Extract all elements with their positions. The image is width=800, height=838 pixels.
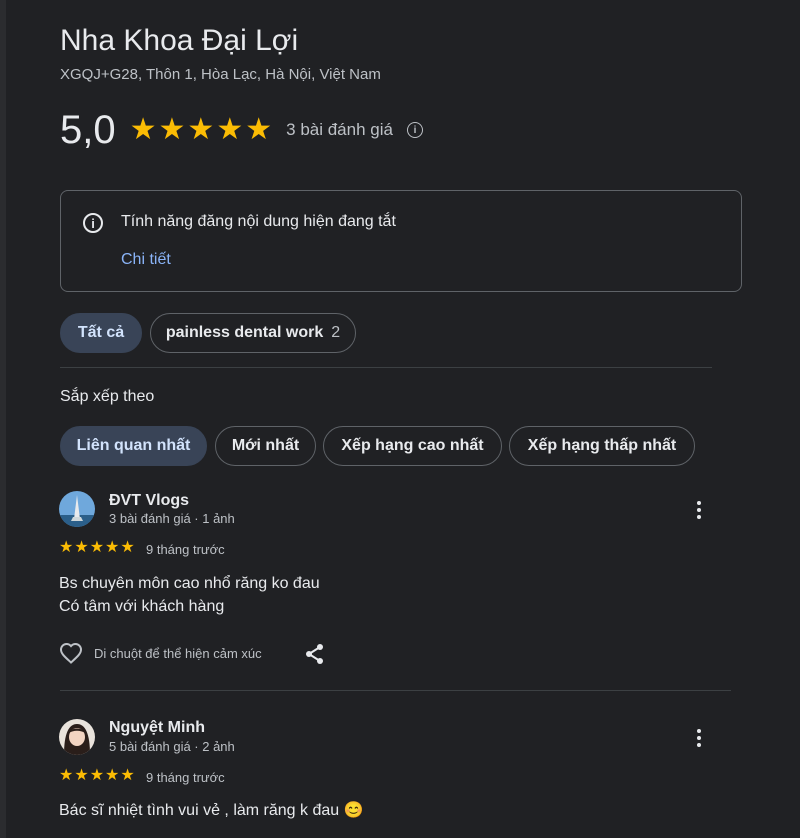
star-icon: ★ [105,539,120,556]
avatar[interactable] [59,719,95,755]
review-stars: ★ ★ ★ ★ ★ [59,768,135,784]
avatar-image [59,719,95,755]
sort-chip-label: Xếp hạng cao nhất [341,437,484,454]
heart-icon[interactable] [59,642,83,669]
star-icon: ★ [59,539,74,556]
review-time: 9 tháng trước [146,770,225,785]
section-divider [60,367,712,368]
more-options-button[interactable] [689,723,709,753]
star-icon: ★ [89,539,105,556]
star-icon: ★ [105,767,120,784]
filter-chip-all[interactable]: Tất cả [60,313,142,353]
rating-value: 5,0 [60,107,116,152]
share-icon[interactable] [305,643,325,670]
sort-chip-newest[interactable]: Mới nhất [215,426,316,466]
review-divider [60,690,731,691]
review-stars: ★ ★ ★ ★ ★ [59,540,135,556]
filter-chip-painless-dental-work[interactable]: painless dental work 2 [150,313,356,353]
place-address: XGQJ+G28, Thôn 1, Hòa Lạc, Hà Nội, Việt … [60,66,381,83]
info-icon[interactable]: i [406,122,423,138]
star-icon: ★ [216,113,244,146]
star-icon: ★ [120,767,135,784]
reviews-panel: Nha Khoa Đại Lợi XGQJ+G28, Thôn 1, Hòa L… [0,0,800,838]
author-name[interactable]: ĐVT Vlogs [109,492,189,510]
review-time: 9 tháng trước [146,542,225,557]
sort-chip-lowest[interactable]: Xếp hạng thấp nhất [509,426,695,466]
author-meta: 5 bài đánh giá · 2 ảnh [109,739,235,754]
filter-chip-label: Tất cả [77,324,125,341]
filter-chip-label: painless dental work [165,324,324,341]
avatar[interactable] [59,491,95,527]
review-text: Bác sĩ nhiệt tình vui vẻ , làm răng k đa… [59,799,364,822]
details-link[interactable]: Chi tiết [121,251,171,269]
review-count: 3 bài đánh giá [286,120,393,139]
sort-chip-relevant[interactable]: Liên quan nhất [60,426,207,466]
review-text-line: Bác sĩ nhiệt tình vui vẻ , làm răng k đa… [59,802,364,819]
star-icon: ★ [129,113,157,146]
star-icon: ★ [74,767,89,784]
star-icon: ★ [187,113,215,146]
sort-chip-label: Liên quan nhất [76,437,191,454]
star-icon: ★ [158,113,186,146]
review-text-line: Bs chuyên môn cao nhổ răng ko đau [59,575,320,592]
star-icon: ★ [245,113,273,146]
sort-label: Sắp xếp theo [60,388,155,405]
info-icon: i [83,213,103,233]
star-icon: ★ [74,539,89,556]
review-text-line: Có tâm với khách hàng [59,598,225,615]
author-name[interactable]: Nguyệt Minh [109,719,205,737]
filter-chip-count: 2 [331,324,341,341]
notice-text: Tính năng đăng nội dung hiện đang tắt [121,213,396,230]
panel-edge [0,0,6,838]
review-text: Bs chuyên môn cao nhổ răng ko đau Có tâm… [59,572,320,618]
sort-chip-highest[interactable]: Xếp hạng cao nhất [323,426,502,466]
more-options-button[interactable] [689,495,709,525]
rating-summary: 5,0 ★ ★ ★ ★ ★ 3 bài đánh giá i [60,106,423,154]
avatar-image [59,491,95,527]
sort-chip-label: Xếp hạng thấp nhất [527,437,677,454]
place-title: Nha Khoa Đại Lợi [60,24,299,57]
posting-disabled-notice: i Tính năng đăng nội dung hiện đang tắt … [60,190,742,292]
star-icon: ★ [120,539,135,556]
sort-chip-label: Mới nhất [231,437,300,454]
star-icon: ★ [59,767,74,784]
rating-stars: ★ ★ ★ ★ ★ [130,115,273,145]
author-meta: 3 bài đánh giá · 1 ảnh [109,511,235,526]
reaction-hint: Di chuột để thể hiện cảm xúc [94,646,262,661]
star-icon: ★ [89,767,105,784]
